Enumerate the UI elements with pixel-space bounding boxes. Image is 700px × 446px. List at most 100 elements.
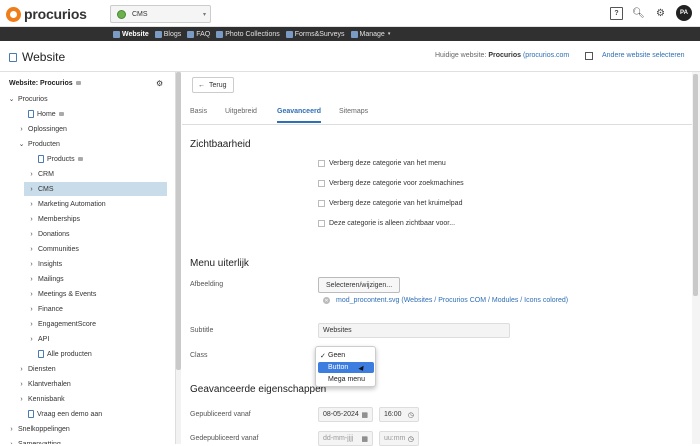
chevron-down-icon[interactable]: ⌄ — [8, 95, 15, 103]
sidebar-item-crm[interactable]: › CRM — [28, 167, 54, 181]
chevron-right-icon[interactable]: › — [8, 441, 15, 445]
forms-icon — [285, 30, 293, 38]
option-label: Geen — [328, 352, 346, 359]
gear-icon[interactable]: ⚙ — [156, 79, 163, 88]
chevron-right-icon[interactable]: › — [18, 126, 25, 133]
sidebar-item-insights[interactable]: › Insights — [28, 257, 62, 271]
published-date-input[interactable]: 08-05-2024 ▦ — [318, 407, 373, 422]
procurios-logo[interactable]: procurios — [6, 5, 87, 23]
gear-icon[interactable]: ⚙ — [654, 7, 667, 20]
site-selector[interactable]: CMS ▾ — [110, 5, 211, 23]
tab-geavanceerd[interactable]: Geavanceerd — [277, 108, 321, 123]
nav-item-website[interactable]: Website — [113, 30, 149, 38]
sidebar-item-home[interactable]: Home — [18, 107, 64, 121]
tab-sitemaps[interactable]: Sitemaps — [339, 108, 368, 115]
calendar-icon[interactable]: ▦ — [361, 435, 368, 443]
nav-item-forms-surveys[interactable]: Forms&Surveys — [285, 30, 345, 38]
sidebar-item-finance[interactable]: › Finance — [28, 302, 63, 316]
clock-icon[interactable]: ◷ — [408, 435, 414, 443]
published-from-label: Gepubliceerd vanaf — [190, 411, 251, 418]
sidebar-item-api[interactable]: › API — [28, 332, 49, 346]
back-button[interactable]: ← Terug — [192, 77, 234, 93]
search-icon[interactable]: 🔍︎ — [632, 7, 645, 20]
sidebar-item-label: Memberships — [38, 215, 81, 223]
chevron-right-icon[interactable]: › — [28, 171, 35, 178]
checkbox[interactable] — [318, 219, 325, 227]
sidebar-item-label: Alle producten — [47, 350, 92, 358]
checkbox-hide-menu[interactable]: Verberg deze categorie van het menu — [318, 157, 446, 169]
sidebar-item-cms[interactable]: › CMS — [24, 182, 167, 196]
chevron-right-icon[interactable]: › — [18, 396, 25, 403]
nav-item-photo-collections[interactable]: Photo Collections — [216, 30, 280, 38]
nav-item-blogs[interactable]: Blogs — [154, 30, 181, 38]
sidebar-item-donations[interactable]: › Donations — [28, 227, 69, 241]
nav-item-faq[interactable]: FAQ — [187, 30, 210, 38]
main-scroll-thumb[interactable] — [693, 74, 698, 296]
tab-uitgebreid[interactable]: Uitgebreid — [225, 108, 257, 115]
sidebar-item-procurios[interactable]: ⌄ Procurios — [8, 92, 48, 106]
chevron-right-icon[interactable]: › — [28, 276, 35, 283]
remove-icon[interactable]: ✕ — [323, 297, 330, 304]
sidebar-item-products[interactable]: Products — [28, 152, 83, 166]
chevron-right-icon[interactable]: › — [28, 291, 35, 298]
sidebar-item-communities[interactable]: › Communities — [28, 242, 79, 256]
sidebar-scroll-thumb[interactable] — [176, 72, 181, 370]
sidebar-item-marketing-automation[interactable]: › Marketing Automation — [28, 197, 105, 211]
checkbox[interactable] — [318, 159, 325, 167]
sidebar-item-oplossingen[interactable]: › Oplossingen — [18, 122, 67, 136]
chevron-down-icon[interactable]: ⌄ — [18, 140, 25, 148]
checkbox-hide-breadcrumb[interactable]: Verberg deze categorie van het kruimelpa… — [318, 197, 462, 209]
sidebar-item-producten[interactable]: ⌄ Producten — [18, 137, 60, 151]
page-icon — [38, 155, 44, 163]
sidebar-item-kennisbank[interactable]: › Kennisbank — [18, 392, 64, 406]
selected-file: ✕ mod_procontent.svg (Websites / Procurio… — [323, 297, 568, 304]
sidebar-item-meetings-events[interactable]: › Meetings & Events — [28, 287, 96, 301]
avatar[interactable]: PA — [676, 5, 692, 21]
chevron-right-icon[interactable]: › — [8, 426, 15, 433]
calendar-icon[interactable]: ▦ — [361, 411, 368, 419]
class-dropdown[interactable]: ✓ Geen Button Mega menu — [315, 346, 376, 387]
class-option-mega-menu[interactable]: Mega menu — [318, 374, 374, 385]
sidebar-item-engagementscore[interactable]: › EngagementScore — [28, 317, 96, 331]
sidebar-item-snelkoppelingen[interactable]: › Snelkoppelingen — [8, 422, 69, 436]
chevron-right-icon[interactable]: › — [18, 366, 25, 373]
checkbox[interactable] — [318, 199, 325, 207]
sidebar-item-klantverhalen[interactable]: › Klantverhalen — [18, 377, 70, 391]
chevron-right-icon[interactable]: › — [28, 321, 35, 328]
checkbox-hide-search[interactable]: Verberg deze categorie voor zoekmachines — [318, 177, 464, 189]
tab-basis[interactable]: Basis — [190, 108, 207, 115]
select-other-site-link[interactable]: Andere website selecteren — [602, 52, 685, 59]
checkbox[interactable] — [318, 179, 325, 187]
logo-text: procurios — [24, 6, 87, 22]
chevron-right-icon[interactable]: › — [28, 246, 35, 253]
chevron-right-icon[interactable]: › — [28, 216, 35, 223]
chevron-right-icon[interactable]: › — [28, 261, 35, 268]
checkbox-restricted-visibility[interactable]: Deze categorie is alleen zichtbaar voor.… — [318, 217, 455, 229]
file-link[interactable]: mod_procontent.svg (Websites / Procurios… — [336, 297, 568, 304]
sidebar-item-memberships[interactable]: › Memberships — [28, 212, 80, 226]
chevron-right-icon[interactable]: › — [28, 336, 35, 343]
external-link-icon[interactable] — [585, 52, 593, 60]
sidebar-item-samenvatting[interactable]: › Samenvatting — [8, 437, 60, 445]
subtitle-input[interactable]: Websites — [318, 323, 510, 338]
nav-item-manage[interactable]: Manage ▾ — [350, 30, 390, 38]
website-icon — [113, 30, 120, 38]
chevron-right-icon[interactable]: › — [18, 381, 25, 388]
class-option-button[interactable]: Button — [318, 362, 374, 373]
chevron-right-icon[interactable]: › — [28, 201, 35, 208]
clock-icon[interactable]: ◷ — [408, 411, 414, 419]
class-option-geen[interactable]: ✓ Geen — [318, 350, 374, 361]
sidebar-item-vraag-een-demo-aan[interactable]: Vraag een demo aan — [18, 407, 102, 421]
chevron-right-icon[interactable]: › — [28, 186, 35, 193]
sidebar-item-alle-producten[interactable]: Alle producten — [28, 347, 92, 361]
select-image-button[interactable]: Selecteren/wijzigen... — [318, 277, 401, 293]
nav-label: Website — [122, 30, 149, 38]
current-site-url[interactable]: (procurios.com — [523, 52, 569, 59]
published-time-input[interactable]: 16:00 ◷ — [379, 407, 419, 422]
help-icon[interactable]: ? — [610, 6, 623, 20]
blogs-icon — [154, 30, 162, 38]
chevron-right-icon[interactable]: › — [28, 231, 35, 238]
sidebar-item-diensten[interactable]: › Diensten — [18, 362, 55, 376]
chevron-right-icon[interactable]: › — [28, 306, 35, 313]
sidebar-item-mailings[interactable]: › Mailings — [28, 272, 63, 286]
